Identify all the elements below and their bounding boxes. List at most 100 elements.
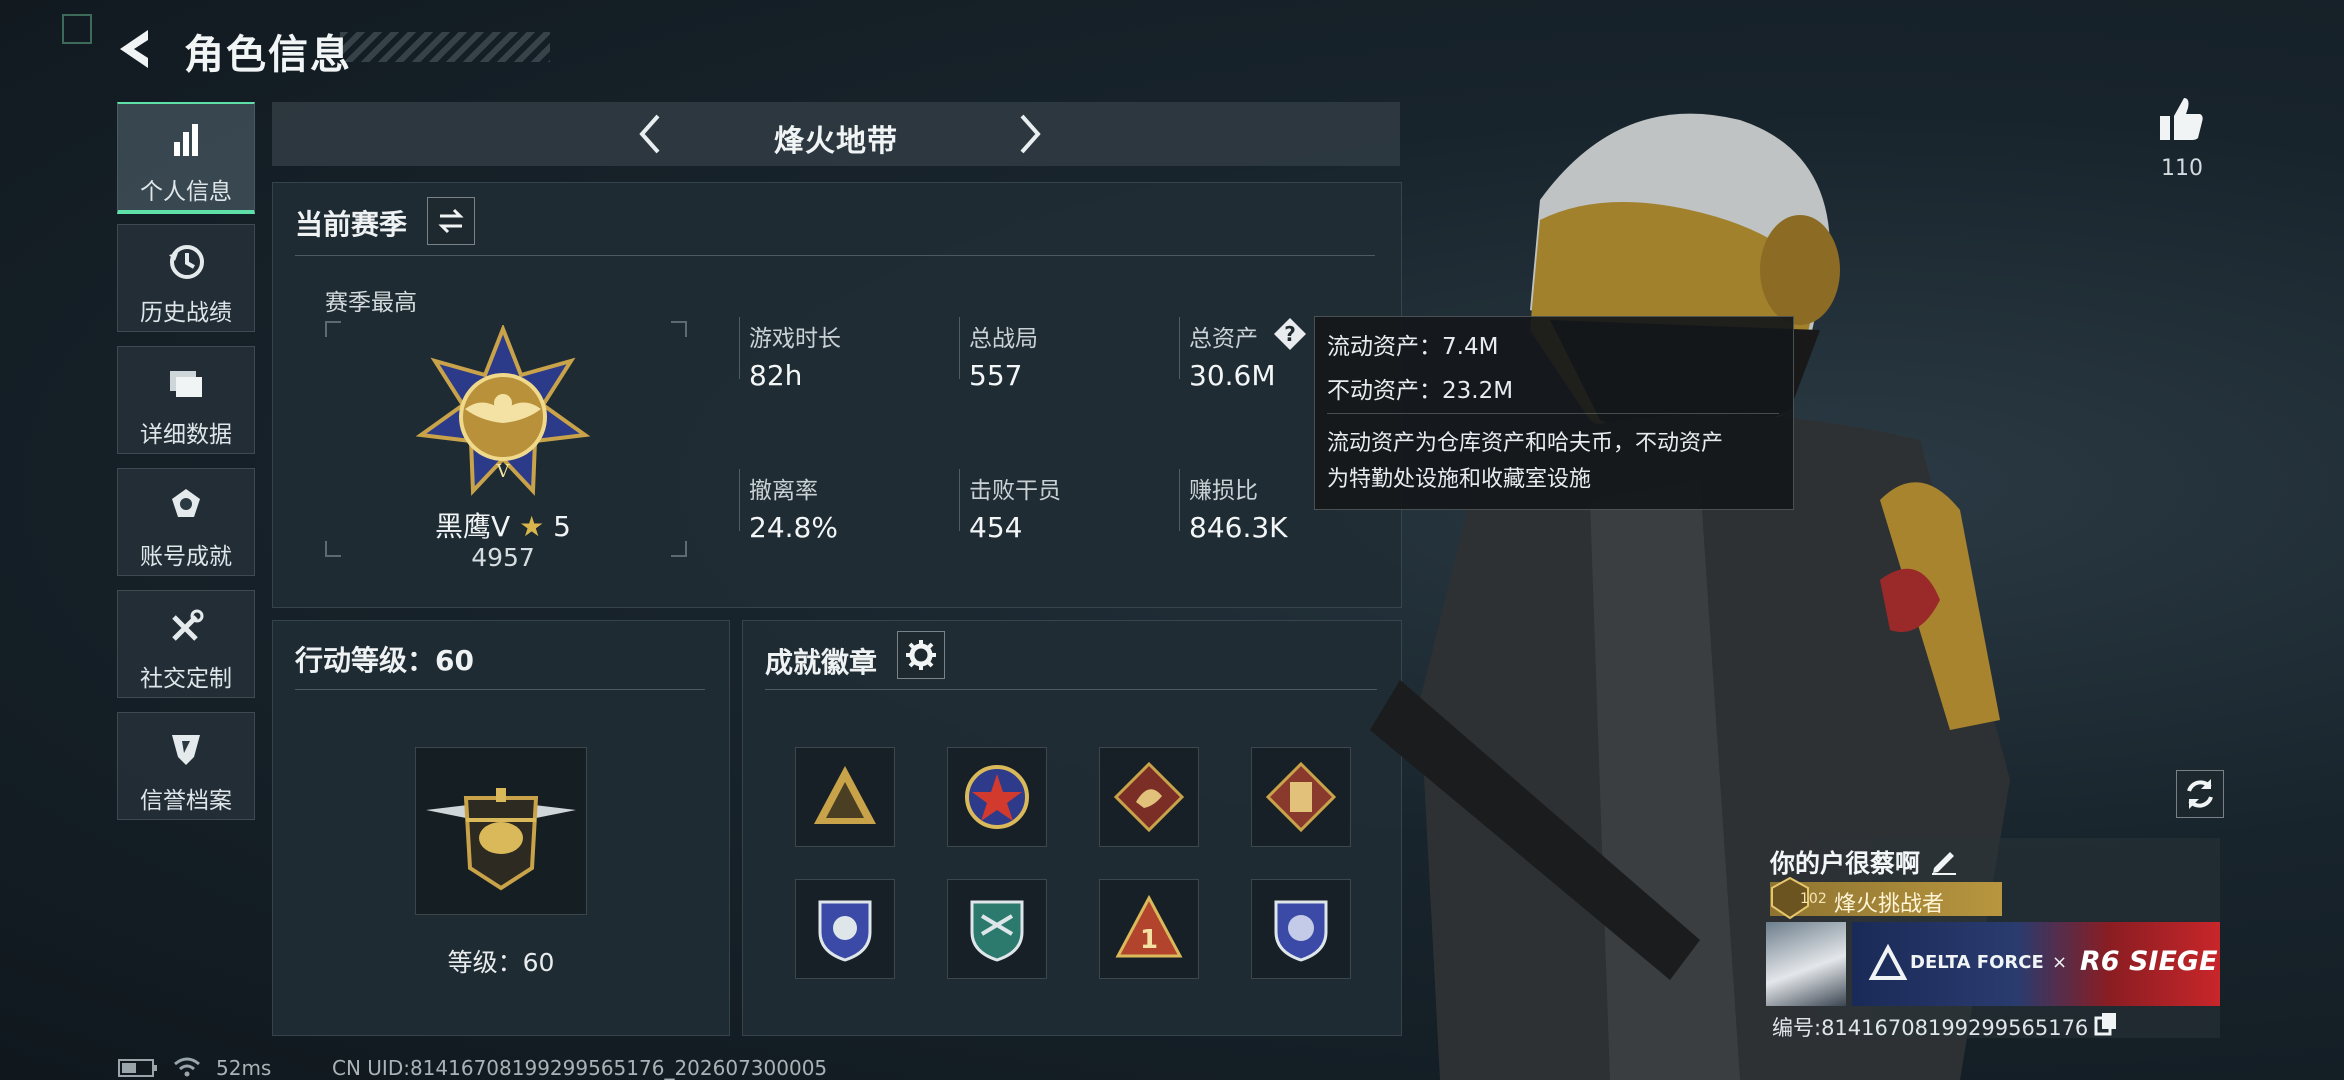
sidebar-item-personal-info[interactable]: 个人信息 [117,102,255,214]
stat-label-operators-defeated: 击败干员 [969,478,1061,504]
badge-slot-8[interactable] [1251,879,1351,979]
assets-help-button[interactable]: ? [1273,317,1307,351]
frame-corner [325,321,341,337]
player-name: 你的户很蔡啊 [1770,849,1921,878]
swap-icon [438,208,464,234]
wrench-screwdriver-icon [172,609,204,641]
title-decoration [340,32,550,62]
stat-value-total-assets: 30.6M [1189,359,1276,392]
badge-slot-7[interactable]: 1 [1099,879,1199,979]
badge-slot-6[interactable] [947,879,1047,979]
wifi-icon [174,1057,200,1077]
top-left-marker [62,14,92,44]
badge-slot-2[interactable] [947,747,1047,847]
vest-diamond-badge-icon [1266,762,1336,832]
stat-label-total-assets: 总资产 [1189,326,1258,352]
like-count: 110 [2161,156,2203,181]
stat-label-profit-loss: 赚损比 [1189,478,1258,504]
svg-text:1: 1 [1140,925,1158,955]
refresh-icon [2187,779,2213,809]
sidebar-item-achievements[interactable]: 账号成就 [117,468,255,576]
star-shield-badge-icon [965,765,1029,829]
badges-title: 成就徽章 [765,646,878,679]
frame-corner [671,541,687,557]
stat-separator [1179,469,1180,531]
stat-separator [959,317,960,379]
chevron-right-icon [1020,114,1041,154]
pencil-icon [1932,852,1956,875]
folders-icon [170,371,202,397]
badge-slot-1[interactable] [795,747,895,847]
reputation-shield-icon [172,735,200,765]
edit-name-button[interactable] [1928,844,1960,876]
badge-slot-5[interactable] [795,879,895,979]
help-icon: ? [1274,318,1306,350]
rank-line: 黑鹰Ⅴ ★ 5 [353,505,653,545]
season-divider [295,255,1375,256]
tooltip-divider [1327,413,1779,414]
badges-settings-button[interactable] [897,631,945,679]
sidebar-item-reputation[interactable]: 信誉档案 [117,712,255,820]
rank-name: 黑鹰Ⅴ [435,510,511,543]
badge-slot-3[interactable] [1099,747,1199,847]
sidebar-item-social-custom[interactable]: 社交定制 [117,590,255,698]
stat-value-operators-defeated: 454 [969,511,1023,544]
stat-value-total-matches: 557 [969,359,1023,392]
banner-separator: × [2052,952,2068,973]
gear-icon [906,640,936,670]
profile-banner[interactable]: DELTA FORCE × R6 SIEGE [1852,922,2220,1006]
player-id: 编号:8141670819929956517­6 [1772,1016,2089,1040]
like-button[interactable]: 110 [2150,94,2214,190]
banner-brand: DELTA FORCE [1910,952,2044,973]
copy-id-button[interactable] [2092,1010,2120,1038]
season-panel: 当前赛季 赛季最高 V 黑鹰Ⅴ ★ 5 4957 游戏时长 82h 总战局 55… [272,182,1402,608]
season-switch-button[interactable] [427,197,475,245]
sidebar-item-label: 社交定制 [140,666,232,692]
copy-icon [2094,1013,2116,1036]
sidebar-item-detailed-data[interactable]: 详细数据 [117,346,255,454]
back-button[interactable] [112,24,162,74]
stat-value-playtime: 82h [749,359,803,392]
season-best-label: 赛季最高 [325,290,417,316]
page-title: 角色信息 [184,32,352,78]
action-level-emblem-frame [415,747,587,915]
frame-corner [671,321,687,337]
action-level-title: 行动等级：60 [295,644,474,677]
ping-value: 52ms [216,1056,272,1080]
rank-points: 4957 [471,543,535,572]
stat-value-extraction-rate: 24.8% [749,511,838,544]
player-avatar[interactable] [1766,922,1846,1006]
badges-divider [765,689,1377,690]
action-level-value: 等级：60 [447,948,555,977]
status-bar: 52ms CN UID:81416708199299565176_2026073… [118,1056,1018,1080]
title-level: 102 [1800,891,1827,907]
sidebar-item-label: 历史战绩 [140,300,232,326]
mode-next-button[interactable] [1004,110,1052,158]
tooltip-liquid-assets: 流动资产：7.4M [1327,334,1499,360]
bar-chart-icon [174,124,198,156]
blue-shield-badge-icon [818,900,872,962]
mode-title: 烽火地带 [774,124,898,159]
action-level-divider [295,689,705,690]
mode-selector-bar: 烽火地带 [272,102,1400,166]
stat-separator [959,469,960,531]
badges-panel: 成就徽章 1 [742,620,1402,1036]
stat-separator [739,317,740,379]
sidebar-item-label: 详细数据 [140,422,232,448]
star-icon: ★ [519,510,545,543]
sidebar-item-label: 个人信息 [140,179,232,205]
sidebar-item-label: 账号成就 [140,544,232,570]
player-card: 你的户很蔡啊 102 烽火挑战者 DELTA FORCE × R6 SIEGE … [1760,838,2220,1040]
stat-label-playtime: 游戏时长 [749,326,841,352]
achievement-medal-icon [172,489,200,517]
arrows-shield-badge-icon [970,900,1024,962]
stat-value-profit-loss: 846.3K [1189,511,1288,544]
refresh-button[interactable] [2176,770,2224,818]
stat-label-extraction-rate: 撤离率 [749,478,818,504]
tooltip-fixed-assets: 不动资产：23.2M [1327,378,1514,404]
sidebar-item-history[interactable]: 历史战绩 [117,224,255,332]
banner-collab: R6 SIEGE [2080,946,2218,977]
badge-slot-4[interactable] [1251,747,1351,847]
frame-corner [325,541,341,557]
triangle-soldiers-badge-icon [814,766,876,824]
